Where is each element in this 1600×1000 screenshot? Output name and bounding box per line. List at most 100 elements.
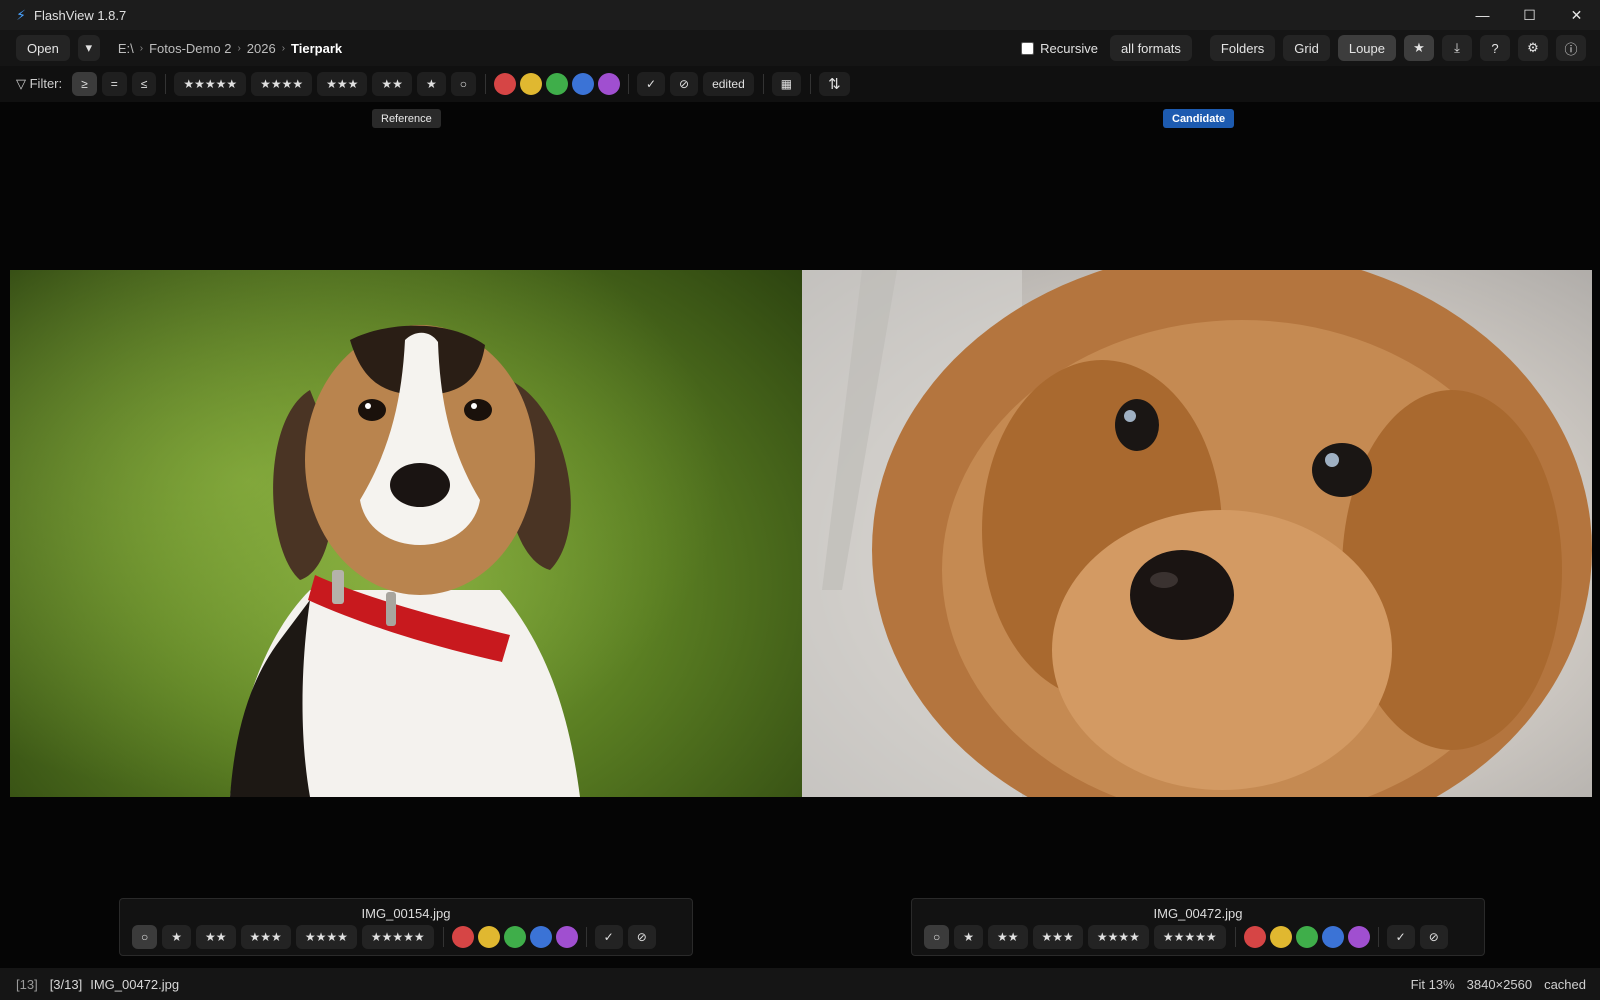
filter-pick-icon[interactable]: ✓ [636,72,666,96]
candidate-rating-row: ○ ★ ★★ ★★★ ★★★★ ★★★★★ ✓ ⊘ [924,925,1453,949]
checkbox-icon[interactable] [1021,41,1035,55]
status-count: [13] [16,976,38,992]
formats-button[interactable]: all formats [1109,35,1192,61]
divider [762,74,764,94]
beagle-photo [10,270,802,797]
main-toolbar: Open ▾ E:\ › Fotos-Demo 2 › 2026 › Tierp… [0,30,1600,66]
color-label-green[interactable] [1295,926,1318,948]
color-label-blue[interactable] [1321,926,1344,948]
open-dropdown-button[interactable]: ▾ [77,35,100,61]
pick-icon[interactable]: ✓ [1386,925,1415,949]
rating-1-star[interactable]: ★ [954,925,984,949]
divider [165,74,167,94]
breadcrumb-year[interactable]: 2026 [247,41,276,56]
rating-unrated[interactable]: ○ [132,925,158,949]
status-right-group: Fit 13% 3840×2560 cached [1411,977,1586,992]
puppy-photo [802,270,1592,797]
rating-5-stars[interactable]: ★★★★★ [1153,925,1226,949]
status-bar: [13] [3/13] IMG_00472.jpg Fit 13% 3840×2… [0,968,1600,1000]
breadcrumb-current: Tierpark [291,40,343,56]
filter-3-stars[interactable]: ★★★ [317,72,368,96]
divider [1377,927,1379,947]
color-label-red[interactable] [1243,926,1266,948]
divider [810,74,812,94]
loupe-button[interactable]: Loupe [1337,35,1396,61]
rating-3-stars[interactable]: ★★★ [1032,925,1083,949]
status-dimensions: 3840×2560 [1466,976,1533,992]
recursive-checkbox[interactable]: Recursive [1021,41,1098,56]
color-label-yellow[interactable] [1269,926,1292,948]
calendar-icon[interactable]: ▦ [771,72,802,96]
rating-1-star[interactable]: ★ [162,925,192,949]
rating-5-stars[interactable]: ★★★★★ [361,925,434,949]
sort-icon[interactable]: ⇅ [819,72,850,96]
breadcrumb-folder[interactable]: Fotos-Demo 2 [149,41,231,56]
rating-4-stars[interactable]: ★★★★ [1087,925,1149,949]
close-button[interactable]: ✕ [1553,0,1600,30]
chevron-right-icon: › [237,42,241,54]
settings-icon[interactable]: ⚙ [1518,35,1548,61]
color-label-green[interactable] [503,926,526,948]
status-position: [3/13] [49,976,83,992]
app-title: FlashView 1.8.7 [34,7,127,23]
filter-5-stars[interactable]: ★★★★★ [174,72,247,96]
rating-unrated[interactable]: ○ [924,925,950,949]
folders-button[interactable]: Folders [1209,35,1276,61]
filter-label: ▽ Filter: [16,76,63,91]
help-icon[interactable]: ? [1480,35,1510,61]
candidate-badge: Candidate [1163,109,1235,128]
grid-button[interactable]: Grid [1283,35,1330,61]
reject-icon[interactable]: ⊘ [1419,925,1448,949]
rating-3-stars[interactable]: ★★★ [240,925,291,949]
status-cache: cached [1544,976,1586,992]
filter-2-stars[interactable]: ★★ [372,72,412,96]
status-zoom: Fit 13% [1410,976,1455,992]
breadcrumb: E:\ › Fotos-Demo 2 › 2026 › Tierpark [118,41,342,56]
color-label-blue[interactable] [529,926,552,948]
candidate-image[interactable] [802,270,1592,797]
color-label-red[interactable] [451,926,474,948]
color-label-yellow[interactable] [477,926,500,948]
filter-color-blue[interactable] [571,73,594,95]
reject-icon[interactable]: ⊘ [627,925,656,949]
filter-color-yellow[interactable] [519,73,542,95]
divider [627,74,629,94]
divider [585,927,587,947]
breadcrumb-drive[interactable]: E:\ [118,41,134,56]
toolbar-right-group: Recursive all formats Folders Grid Loupe… [1021,35,1586,61]
chevron-right-icon: › [281,42,286,54]
divider [1234,927,1236,947]
pick-icon[interactable]: ✓ [594,925,623,949]
open-button[interactable]: Open [16,35,70,61]
filter-reject-icon[interactable]: ⊘ [670,72,699,96]
color-label-purple[interactable] [555,926,578,948]
rating-4-stars[interactable]: ★★★★ [295,925,357,949]
filter-unrated[interactable]: ○ [450,72,476,96]
filter-op-gte[interactable]: ≥ [72,72,97,96]
candidate-filename: IMG_00472.jpg [1153,906,1243,921]
divider [442,927,444,947]
filter-bar: ▽ Filter: ≥ = ≤ ★★★★★ ★★★★ ★★★ ★★ ★ ○ ✓ … [0,66,1600,102]
filter-edited-button[interactable]: edited [703,72,754,96]
info-icon[interactable]: ⓘ [1556,35,1586,61]
download-icon[interactable]: ⤓ [1442,35,1472,61]
reference-image[interactable] [10,270,802,797]
title-bar: ⚡ FlashView 1.8.7 — ☐ ✕ [0,0,1600,30]
rating-2-stars[interactable]: ★★ [988,925,1028,949]
filter-op-lte[interactable]: ≤ [131,72,157,96]
star-icon[interactable]: ★ [1404,35,1434,61]
filter-1-star[interactable]: ★ [416,72,446,96]
filter-op-eq[interactable]: = [101,72,127,96]
reference-filename: IMG_00154.jpg [361,906,451,921]
filter-color-purple[interactable] [597,73,620,95]
minimize-button[interactable]: — [1459,0,1506,30]
maximize-button[interactable]: ☐ [1506,0,1553,30]
rating-2-stars[interactable]: ★★ [196,925,236,949]
filter-color-green[interactable] [545,73,568,95]
chevron-right-icon: › [139,42,144,54]
color-label-purple[interactable] [1347,926,1370,948]
reference-info-panel: IMG_00154.jpg ○ ★ ★★ ★★★ ★★★★ ★★★★★ ✓ ⊘ [119,898,693,956]
recursive-label: Recursive [1040,40,1098,56]
filter-4-stars[interactable]: ★★★★ [251,72,313,96]
filter-color-red[interactable] [493,73,516,95]
